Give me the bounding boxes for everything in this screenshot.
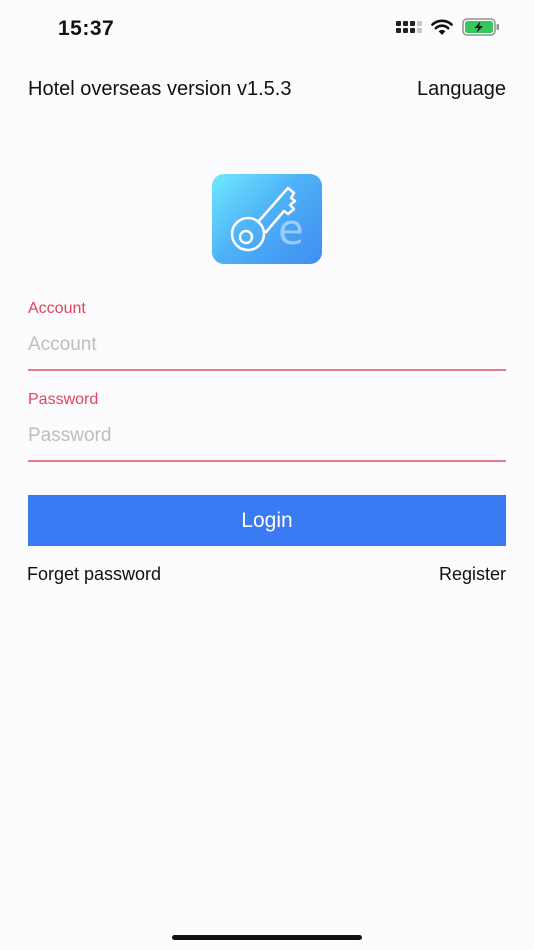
forget-password-link[interactable]: Forget password: [27, 564, 161, 585]
app-version-title: Hotel overseas version v1.5.3: [28, 78, 292, 100]
home-indicator[interactable]: [172, 935, 362, 940]
svg-text:e: e: [278, 205, 304, 254]
account-label: Account: [28, 300, 86, 317]
password-input[interactable]: [28, 416, 506, 456]
language-button[interactable]: Language: [417, 78, 506, 101]
signal-icon: [396, 21, 422, 33]
login-button[interactable]: Login: [28, 495, 506, 546]
status-bar: 15:37: [0, 0, 534, 56]
password-underline: [28, 460, 506, 462]
register-link[interactable]: Register: [439, 564, 506, 585]
account-input[interactable]: [28, 325, 506, 365]
password-label: Password: [28, 391, 99, 408]
status-time: 15:37: [58, 17, 115, 40]
key-icon: e: [230, 186, 304, 254]
status-icons: [396, 18, 500, 36]
account-underline: [28, 369, 506, 371]
battery-charging-icon: [462, 18, 499, 36]
app-logo: e: [212, 174, 322, 264]
wifi-icon: [431, 19, 453, 35]
